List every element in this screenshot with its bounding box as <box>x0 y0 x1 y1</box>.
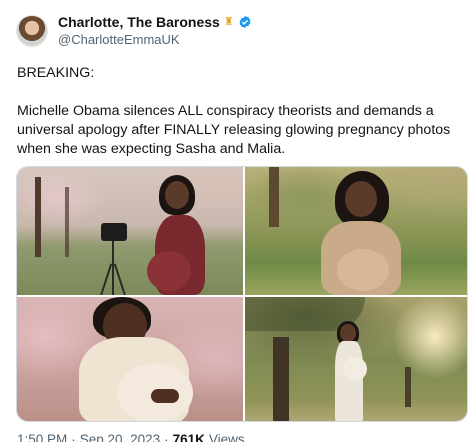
meta-separator: · <box>164 432 169 442</box>
tweet-time[interactable]: 1:50 PM <box>17 432 67 442</box>
verified-badge-icon[interactable] <box>238 15 252 29</box>
avatar[interactable] <box>16 15 48 47</box>
tweet-text-paragraph: Michelle Obama silences ALL conspiracy t… <box>17 103 451 157</box>
meta-separator: · <box>71 432 76 442</box>
camera-tripod <box>99 223 129 295</box>
woman-figure <box>73 297 203 421</box>
tree-trunk <box>65 187 69 257</box>
woman-figure <box>317 171 407 295</box>
photo-1[interactable] <box>17 167 243 295</box>
hands <box>151 389 179 403</box>
tweet-text-line: BREAKING: <box>17 65 95 81</box>
author-name-row: Charlotte, The Baroness ♜ <box>58 14 252 30</box>
media-grid <box>16 166 468 422</box>
tree-trunk <box>35 177 41 257</box>
woman-figure <box>329 321 369 421</box>
woman-figure <box>145 173 215 295</box>
photo-2[interactable] <box>245 167 467 295</box>
photo-3[interactable] <box>17 297 243 421</box>
tweet-date[interactable]: Sep 20, 2023 <box>80 432 160 442</box>
tweet-text: BREAKING: Michelle Obama silences ALL co… <box>17 64 465 159</box>
tweet: Charlotte, The Baroness ♜ @CharlotteEmma… <box>0 0 473 442</box>
photo-4[interactable] <box>245 297 467 421</box>
display-name[interactable]: Charlotte, The Baroness <box>58 14 220 30</box>
crown-icon: ♜ <box>223 15 234 28</box>
tree-trunk <box>405 367 411 407</box>
views-count: 761K <box>172 432 205 442</box>
tree-trunk <box>269 167 279 227</box>
tweet-meta: 1:50 PM · Sep 20, 2023 · 761K Views <box>17 432 245 442</box>
tree-trunk <box>273 337 289 421</box>
author-handle[interactable]: @CharlotteEmmaUK <box>58 32 180 47</box>
views-label: Views <box>208 432 245 442</box>
